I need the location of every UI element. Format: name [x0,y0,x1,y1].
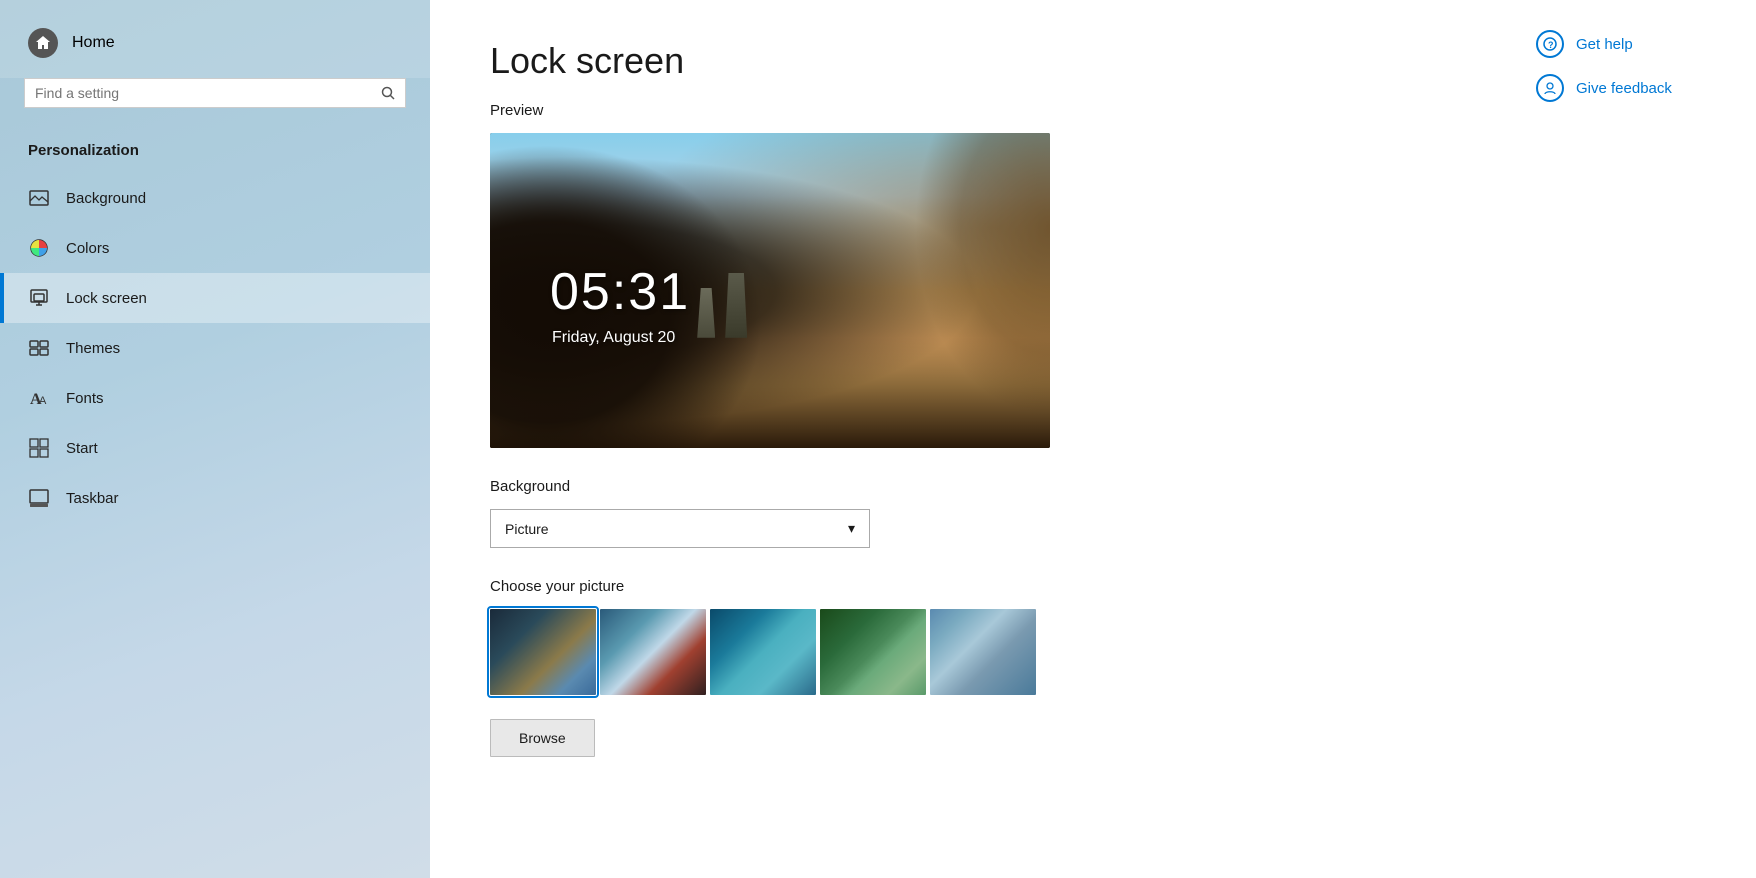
background-dropdown-value: Picture [505,521,549,537]
get-help-icon: ? [1536,30,1564,58]
lock-screen-preview: 05:31 Friday, August 20 [490,133,1050,448]
start-label: Start [66,440,98,457]
background-dropdown[interactable]: Picture ▾ [490,509,870,548]
chevron-down-icon: ▾ [848,520,855,537]
thumbnail-5[interactable] [930,609,1036,695]
browse-button[interactable]: Browse [490,719,595,757]
themes-label: Themes [66,340,120,357]
get-help-label: Get help [1576,36,1633,53]
colors-label: Colors [66,240,109,257]
thumbnail-2[interactable] [600,609,706,695]
search-icon [381,86,395,100]
fonts-label: Fonts [66,390,104,407]
sidebar-item-themes[interactable]: Themes [0,323,430,373]
lock-screen-label: Lock screen [66,290,147,307]
sidebar-item-colors[interactable]: Colors [0,223,430,273]
search-box[interactable] [24,78,406,108]
background-label: Background [490,478,1456,495]
home-label: Home [72,34,115,52]
personalization-title: Personalization [0,132,430,173]
home-icon [28,28,58,58]
sidebar-item-start[interactable]: Start [0,423,430,473]
picture-thumbnails [490,609,1456,695]
lock-screen-icon [28,287,50,309]
sidebar-item-lock-screen[interactable]: Lock screen [0,273,430,323]
background-label: Background [66,190,146,207]
home-button[interactable]: Home [0,0,430,78]
sidebar-item-background[interactable]: Background [0,173,430,223]
preview-label: Preview [490,102,1456,119]
start-icon [28,437,50,459]
svg-text:?: ? [1548,40,1554,50]
main-content: Lock screen Preview 05:31 Friday, August… [430,0,1516,878]
colors-icon [28,237,50,259]
taskbar-icon [28,487,50,509]
sidebar-item-taskbar[interactable]: Taskbar [0,473,430,523]
thumbnail-4[interactable] [820,609,926,695]
thumbnail-1[interactable] [490,609,596,695]
themes-icon [28,337,50,359]
background-icon [28,187,50,209]
preview-date: Friday, August 20 [552,329,675,347]
thumbnail-3[interactable] [710,609,816,695]
fonts-icon: A A [28,387,50,409]
give-feedback-label: Give feedback [1576,80,1672,97]
rock-pillar-2 [725,273,747,338]
search-input[interactable] [35,85,373,101]
sidebar-item-fonts[interactable]: A A Fonts [0,373,430,423]
help-panel: ? Get help Give feedback [1516,0,1756,878]
preview-time: 05:31 [550,262,690,322]
give-feedback-link[interactable]: Give feedback [1536,74,1736,102]
svg-text:A: A [39,395,47,407]
choose-picture-label: Choose your picture [490,578,1456,595]
taskbar-label: Taskbar [66,490,119,507]
give-feedback-icon [1536,74,1564,102]
sidebar: Home Personalization Background Colors [0,0,430,878]
get-help-link[interactable]: ? Get help [1536,30,1736,58]
page-title: Lock screen [490,40,1456,82]
